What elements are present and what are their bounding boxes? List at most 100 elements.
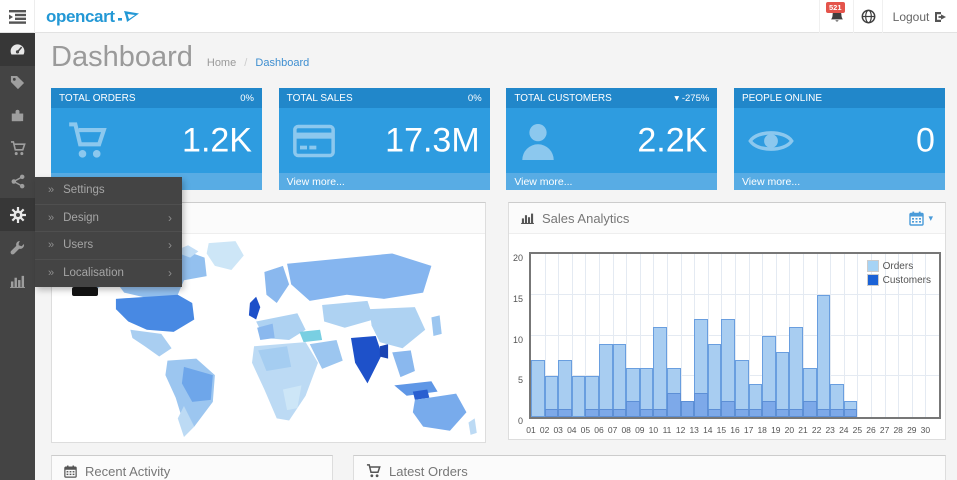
- sidebar-item-marketing[interactable]: [0, 165, 35, 198]
- sign-out-icon: [934, 11, 947, 23]
- flyout-item-label: Users: [63, 239, 93, 251]
- caret-down-icon: ▾: [674, 93, 679, 104]
- sidebar-item-extensions[interactable]: [0, 99, 35, 132]
- sidebar-nav: [0, 33, 35, 480]
- notifications-button[interactable]: 521: [819, 0, 853, 33]
- bar-orders-06: [599, 344, 613, 417]
- bar-orders-22: [817, 295, 831, 417]
- tile-percent: -275%: [682, 93, 709, 104]
- bar-orders-01: [531, 360, 545, 417]
- tile-percent: 0%: [468, 93, 482, 104]
- tile-total-customers: TOTAL CUSTOMERS ▾ -275% 2.2K View more..…: [506, 88, 717, 190]
- user-icon: [520, 122, 556, 160]
- bar-customers-03: [558, 409, 572, 417]
- chart-plot: Orders Customers: [529, 252, 941, 419]
- bar-customers-22: [817, 409, 831, 417]
- recent-activity-header: Recent Activity: [52, 456, 332, 480]
- bar-customers-09: [640, 409, 654, 417]
- page-header: Dashboard Home / Dashboard: [51, 41, 309, 74]
- view-more-link[interactable]: View more...: [279, 173, 490, 190]
- bar-orders-04: [572, 376, 586, 417]
- bar-customers-24: [844, 409, 858, 417]
- flyout-item-settings[interactable]: » Settings: [35, 177, 182, 205]
- date-range-button[interactable]: ▾: [909, 211, 933, 226]
- chevron-right-icon: ›: [168, 211, 172, 225]
- bar-customers-06: [599, 409, 613, 417]
- bar-customers-20: [789, 409, 803, 417]
- chart-legend: Orders Customers: [867, 260, 931, 288]
- flyout-item-label: Design: [63, 212, 99, 224]
- tile-people-online: PEOPLE ONLINE 0 View more...: [734, 88, 945, 190]
- sidebar-item-sales[interactable]: [0, 132, 35, 165]
- sales-analytics-panel: Sales Analytics ▾ 05101520 Orders: [508, 202, 946, 440]
- bar-customers-12: [681, 401, 695, 417]
- bar-customers-14: [708, 409, 722, 417]
- bar-customers-13: [694, 393, 708, 417]
- calendar-icon: [909, 211, 924, 226]
- menu-toggle-button[interactable]: [0, 0, 35, 33]
- puzzle-icon: [10, 108, 25, 123]
- legend-item-customers: Customers: [867, 274, 931, 286]
- tile-total-orders: TOTAL ORDERS 0% 1.2K View more...: [51, 88, 262, 190]
- tile-value: 0: [916, 121, 935, 160]
- stores-button[interactable]: [853, 0, 882, 33]
- sidebar-item-reports[interactable]: [0, 264, 35, 297]
- breadcrumb-current[interactable]: Dashboard: [255, 57, 309, 69]
- flyout-item-label: Settings: [63, 184, 105, 196]
- bar-chart-icon: [10, 274, 25, 288]
- eye-icon: [748, 126, 794, 156]
- bar-chart-icon: [521, 212, 534, 224]
- view-more-link[interactable]: View more...: [734, 173, 945, 190]
- cart-icon: [65, 122, 109, 160]
- logout-label: Logout: [893, 10, 930, 24]
- map-tooltip: [72, 287, 98, 296]
- breadcrumb: Home / Dashboard: [207, 57, 309, 69]
- legend-item-orders: Orders: [867, 260, 931, 272]
- page-title: Dashboard: [51, 41, 193, 74]
- notifications-badge: 521: [826, 2, 845, 13]
- chart-x-axis: 0102030405060708091011121314151617181920…: [529, 425, 945, 437]
- recent-activity-title: Recent Activity: [85, 464, 170, 479]
- sidebar-item-catalog[interactable]: [0, 66, 35, 99]
- sidebar-item-dashboard[interactable]: [0, 33, 35, 66]
- recent-activity-panel: Recent Activity: [51, 455, 333, 480]
- double-chevron-icon: »: [48, 239, 54, 251]
- bar-customers-23: [830, 409, 844, 417]
- chart-y-axis: 05101520: [509, 252, 525, 423]
- flyout-item-localisation[interactable]: » Localisation ›: [35, 260, 182, 288]
- legend-swatch-orders: [867, 260, 879, 272]
- bar-customers-10: [653, 409, 667, 417]
- calendar-icon: [64, 465, 77, 478]
- bar-orders-14: [708, 344, 722, 417]
- bar-customers-05: [585, 409, 599, 417]
- sales-analytics-title: Sales Analytics: [542, 211, 629, 226]
- breadcrumb-home[interactable]: Home: [207, 57, 236, 69]
- tile-total-sales: TOTAL SALES 0% 17.3M View more...: [279, 88, 490, 190]
- tile-title: TOTAL CUSTOMERS: [514, 93, 611, 104]
- sidebar-item-system[interactable]: [0, 198, 35, 231]
- bar-customers-02: [545, 409, 559, 417]
- cart-icon: [10, 141, 26, 156]
- opencart-cart-icon: [118, 9, 140, 24]
- view-more-link[interactable]: View more...: [506, 173, 717, 190]
- caret-down-icon: ▾: [928, 213, 933, 224]
- opencart-logo[interactable]: opencart: [46, 0, 140, 33]
- logo-text: opencart: [46, 7, 115, 27]
- share-icon: [11, 174, 25, 189]
- chevron-right-icon: ›: [168, 266, 172, 280]
- flyout-item-users[interactable]: » Users ›: [35, 232, 182, 260]
- logout-button[interactable]: Logout: [882, 0, 957, 33]
- sidebar-item-tools[interactable]: [0, 231, 35, 264]
- tile-value: 1.2K: [182, 121, 252, 160]
- latest-orders-title: Latest Orders: [389, 464, 468, 479]
- bar-customers-08: [626, 401, 640, 417]
- indent-list-icon: [9, 10, 26, 24]
- tile-value: 2.2K: [637, 121, 707, 160]
- flyout-item-design[interactable]: » Design ›: [35, 205, 182, 233]
- tag-icon: [10, 75, 25, 90]
- legend-swatch-customers: [867, 274, 879, 286]
- bar-customers-18: [762, 401, 776, 417]
- flyout-item-label: Localisation: [63, 267, 124, 279]
- cart-icon: [366, 464, 381, 478]
- bar-customers-11: [667, 393, 681, 417]
